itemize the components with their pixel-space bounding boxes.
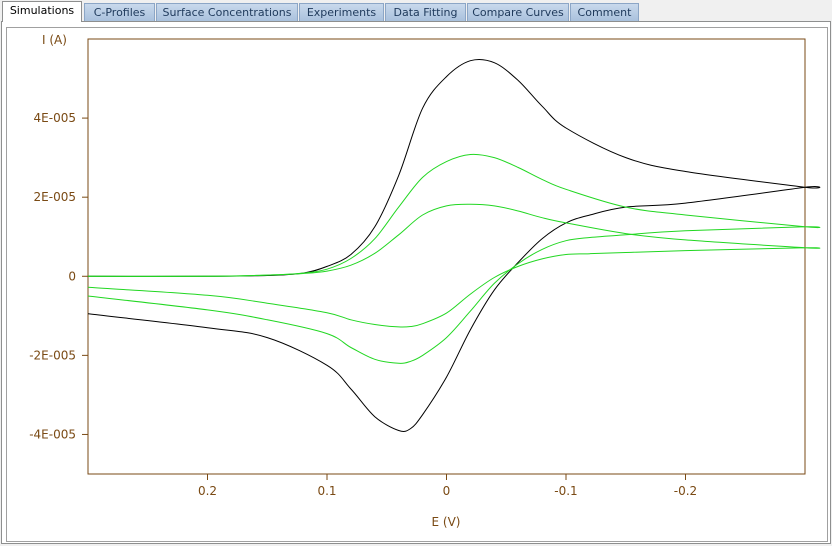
plot-frame <box>87 38 806 475</box>
x-tick-label: 0.1 <box>317 484 336 498</box>
y-axis-label: I (A) <box>42 33 67 47</box>
tab-simulations[interactable]: Simulations <box>2 1 82 22</box>
y-tick-label: -4E-005 <box>29 427 76 441</box>
y-tick-label: -2E-005 <box>29 348 76 362</box>
x-tick-label: -0.2 <box>674 484 697 498</box>
x-tick-label: 0.2 <box>198 484 217 498</box>
cv-chart: 4E-005 2E-005 0 -2E-005 -4E-005 0.2 0.1 0 -0.1 -… <box>29 33 821 529</box>
y-tick-label: 2E-005 <box>34 190 76 204</box>
x-axis-label: E (V) <box>432 515 461 529</box>
x-tick-label: 0 <box>443 484 451 498</box>
y-tick-label: 0 <box>68 269 76 283</box>
y-tick-label: 4E-005 <box>34 111 76 125</box>
x-tick-label: -0.1 <box>554 484 577 498</box>
